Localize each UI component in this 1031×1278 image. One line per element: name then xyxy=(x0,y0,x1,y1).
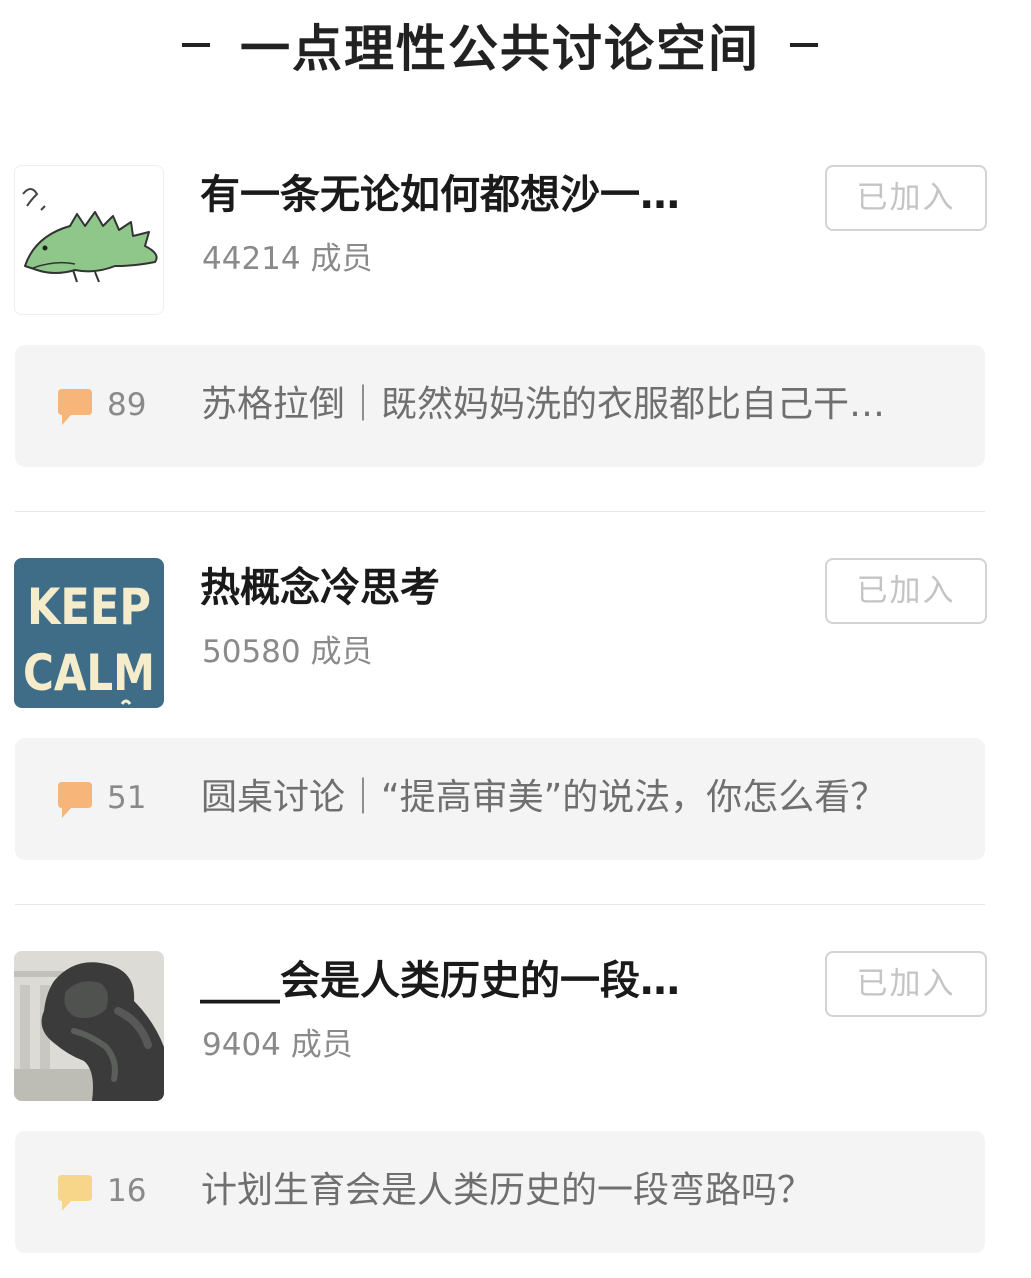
group-card: KEEP CALM 热概念冷思考 50580 成员 已加入 51 圆桌讨论｜“提… xyxy=(0,558,1031,868)
speech-bubble-icon xyxy=(58,1175,92,1211)
group-card: ____会是人类历史的一段… 9404 成员 已加入 16 计划生育会是人类历史… xyxy=(0,951,1031,1261)
divider xyxy=(15,904,985,905)
speech-bubble-icon xyxy=(58,389,92,425)
title-dash-right xyxy=(790,43,818,47)
joined-button[interactable]: 已加入 xyxy=(825,558,987,624)
joined-button[interactable]: 已加入 xyxy=(825,951,987,1017)
group-header[interactable]: ____会是人类历史的一段… 9404 成员 已加入 xyxy=(0,951,1031,1101)
member-count-label: 成员 xyxy=(290,1027,353,1063)
group-header[interactable]: 有一条无论如何都想沙一… 44214 成员 已加入 xyxy=(0,165,1031,315)
member-count-number: 50580 xyxy=(202,634,301,670)
group-name[interactable]: ____会是人类历史的一段… xyxy=(200,953,760,1009)
section-header: 一点理性公共讨论空间 xyxy=(0,10,1000,80)
group-avatar[interactable] xyxy=(14,951,164,1101)
member-count-label: 成员 xyxy=(310,634,373,670)
group-name[interactable]: 热概念冷思考 xyxy=(200,560,760,616)
member-count: 9404 成员 xyxy=(202,1023,353,1067)
group-avatar[interactable]: KEEP CALM xyxy=(14,558,164,708)
post-title[interactable]: 苏格拉倒｜既然妈妈洗的衣服都比自己干… xyxy=(201,381,961,429)
group-name[interactable]: 有一条无论如何都想沙一… xyxy=(200,167,760,223)
comment-count: 16 xyxy=(107,1173,147,1209)
featured-post[interactable]: 51 圆桌讨论｜“提高审美”的说法，你怎么看？ xyxy=(15,738,985,860)
avatar-text-keep: KEEP xyxy=(27,578,151,636)
member-count-label: 成员 xyxy=(310,241,373,277)
post-title[interactable]: 圆桌讨论｜“提高审美”的说法，你怎么看？ xyxy=(201,774,961,822)
group-avatar[interactable] xyxy=(14,165,164,315)
title-dash-left xyxy=(182,43,210,47)
group-header[interactable]: KEEP CALM 热概念冷思考 50580 成员 已加入 xyxy=(0,558,1031,708)
post-title[interactable]: 计划生育会是人类历史的一段弯路吗？ xyxy=(201,1167,961,1215)
speech-bubble-icon xyxy=(58,782,92,818)
group-card: 有一条无论如何都想沙一… 44214 成员 已加入 89 苏格拉倒｜既然妈妈洗的… xyxy=(0,165,1031,475)
divider xyxy=(15,511,985,512)
featured-post[interactable]: 16 计划生育会是人类历史的一段弯路吗？ xyxy=(15,1131,985,1253)
joined-button[interactable]: 已加入 xyxy=(825,165,987,231)
avatar-text-calm: CALM xyxy=(23,644,155,702)
member-count: 44214 成员 xyxy=(202,237,372,281)
featured-post[interactable]: 89 苏格拉倒｜既然妈妈洗的衣服都比自己干… xyxy=(15,345,985,467)
member-count-number: 9404 xyxy=(202,1027,281,1063)
member-count-number: 44214 xyxy=(202,241,301,277)
comment-count: 51 xyxy=(107,780,147,816)
member-count: 50580 成员 xyxy=(202,630,372,674)
comment-count: 89 xyxy=(107,387,147,423)
section-title: 一点理性公共讨论空间 xyxy=(240,20,760,78)
